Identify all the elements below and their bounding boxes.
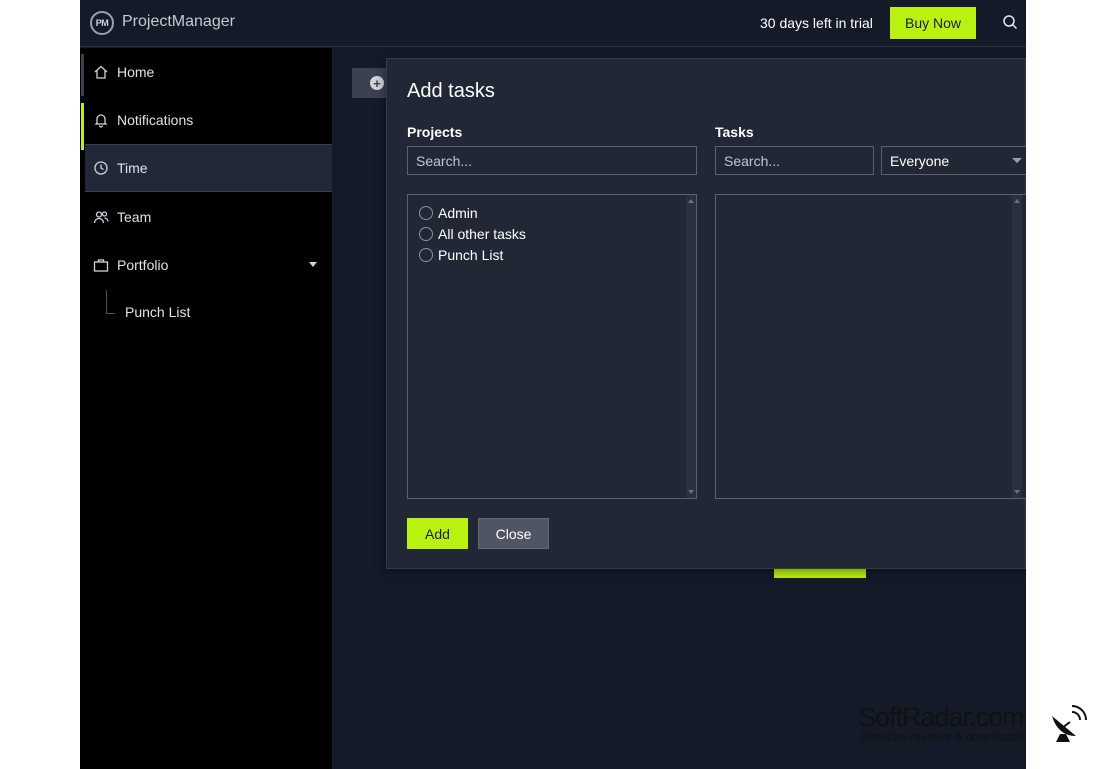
sidebar-item-label: Portfolio xyxy=(117,257,169,273)
project-label: Punch List xyxy=(438,247,504,263)
sidebar-item-team[interactable]: Team xyxy=(85,193,332,241)
sidebar-item-home[interactable]: Home xyxy=(85,48,332,96)
clock-icon xyxy=(94,161,108,175)
top-bar: PM ProjectManager 30 days left in trial … xyxy=(80,0,1026,47)
list-item[interactable]: Punch List xyxy=(419,245,503,265)
radio-button[interactable] xyxy=(419,227,433,241)
sidebar-item-label: Time xyxy=(117,160,148,176)
scroll-up-icon[interactable] xyxy=(1014,199,1020,203)
softradar-watermark: SoftRadar.com Software reviews & downloa… xyxy=(858,702,1098,762)
sidebar-item-time[interactable]: Time xyxy=(85,144,332,192)
close-button[interactable]: Close xyxy=(478,518,549,549)
satellite-dish-icon xyxy=(1052,705,1087,742)
bell-icon xyxy=(94,114,108,128)
assignee-dropdown[interactable]: Everyone xyxy=(881,146,1026,175)
app-title: ProjectManager xyxy=(122,13,235,30)
projects-search-input[interactable] xyxy=(407,146,697,175)
search-icon[interactable] xyxy=(1002,14,1018,30)
radio-button[interactable] xyxy=(419,206,433,220)
sidebar: Home Notifications Time Team Portfolio P… xyxy=(80,48,332,769)
tasks-label: Tasks xyxy=(715,124,754,140)
team-icon xyxy=(93,211,109,224)
project-label: All other tasks xyxy=(438,226,526,242)
sidebar-item-portfolio[interactable]: Portfolio xyxy=(85,241,332,289)
sidebar-item-notifications[interactable]: Notifications xyxy=(85,96,332,144)
add-tasks-dialog: Add tasks Projects Tasks Everyone Admin … xyxy=(386,58,1026,569)
home-icon xyxy=(94,65,108,79)
dialog-title: Add tasks xyxy=(407,80,495,102)
add-button[interactable]: Add xyxy=(407,518,468,549)
tasks-list xyxy=(715,194,1026,499)
scroll-down-icon[interactable] xyxy=(1014,490,1020,494)
projects-scrollbar[interactable] xyxy=(686,195,696,498)
tree-connector xyxy=(106,290,115,314)
sidebar-selected-indicator xyxy=(81,103,84,150)
buy-now-button[interactable]: Buy Now xyxy=(890,7,976,39)
sidebar-item-label: Notifications xyxy=(117,112,194,128)
projects-label: Projects xyxy=(407,124,463,140)
list-item[interactable]: All other tasks xyxy=(419,224,526,244)
sidebar-subitem-punch-list[interactable]: Punch List xyxy=(125,304,190,320)
sidebar-item-label: Team xyxy=(117,209,152,225)
watermark-title: SoftRadar.com xyxy=(858,702,1025,732)
plus-circle-icon: + xyxy=(370,76,384,90)
tasks-search-input[interactable] xyxy=(715,146,874,175)
radio-button[interactable] xyxy=(419,248,433,262)
sidebar-item-label: Home xyxy=(117,64,155,80)
logo-icon: PM xyxy=(90,11,114,35)
projects-list: Admin All other tasks Punch List xyxy=(407,194,697,499)
scroll-up-icon[interactable] xyxy=(688,199,694,203)
assignee-selected-value: Everyone xyxy=(890,152,950,169)
sidebar-scroll-indicator xyxy=(81,54,84,96)
briefcase-icon xyxy=(93,259,109,272)
watermark-subtitle: Software reviews & downloads xyxy=(860,730,1024,744)
chevron-down-icon[interactable] xyxy=(309,262,317,267)
caret-down-icon xyxy=(1012,158,1022,163)
trial-status: 30 days left in trial xyxy=(760,15,873,31)
app-window: PM ProjectManager 30 days left in trial … xyxy=(80,0,1026,769)
project-label: Admin xyxy=(438,205,478,221)
scroll-down-icon[interactable] xyxy=(688,490,694,494)
list-item[interactable]: Admin xyxy=(419,203,478,223)
tasks-scrollbar[interactable] xyxy=(1012,195,1022,498)
